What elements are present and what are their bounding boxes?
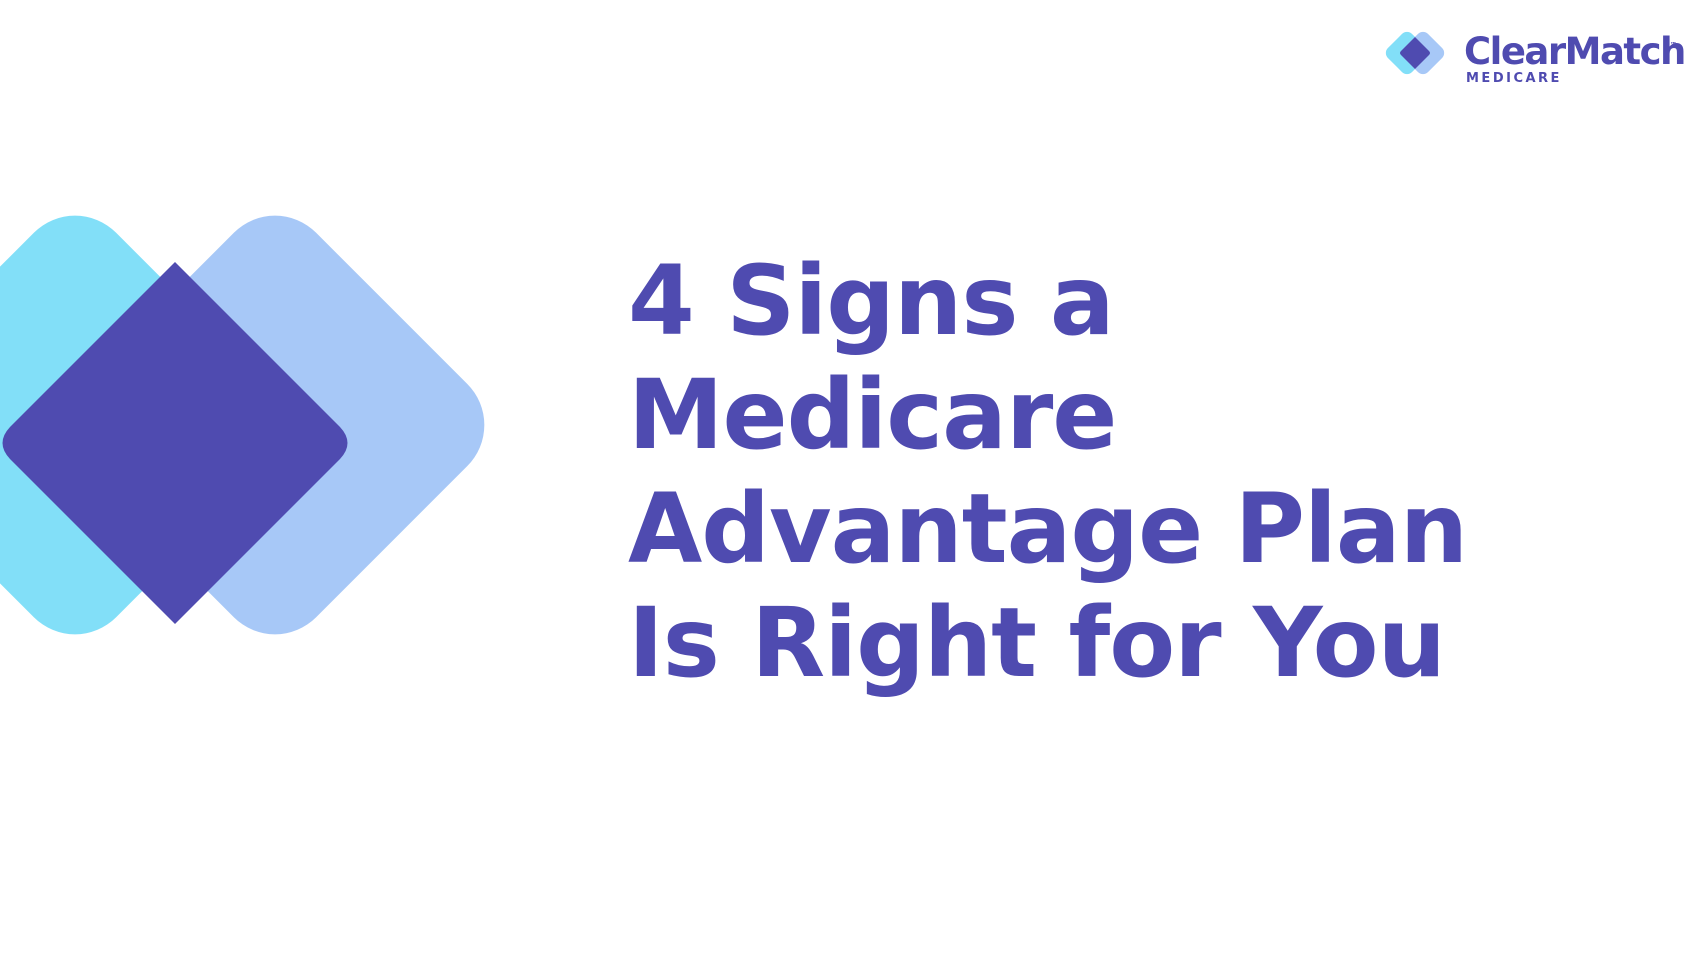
title-line-3: Advantage Plan	[628, 473, 1468, 585]
overlapping-diamonds-icon	[0, 215, 485, 635]
title-line-1: 4 Signs a	[628, 245, 1115, 357]
brand-subtitle: MEDICARE	[1466, 71, 1562, 86]
clearmatch-logo: ClearMatch ™ MEDICARE	[1378, 22, 1686, 92]
clearmatch-diamond-icon	[1385, 31, 1445, 75]
trademark-symbol: ™	[1670, 41, 1677, 49]
brand-name: ClearMatch	[1464, 30, 1686, 73]
title-line-4: Is Right for You	[628, 587, 1446, 699]
page-title: 4 Signs a Medicare Advantage Plan Is Rig…	[628, 244, 1648, 700]
title-line-2: Medicare	[628, 359, 1117, 471]
title-slide: ClearMatch ™ MEDICARE 4 Signs a Medicare…	[0, 0, 1694, 954]
